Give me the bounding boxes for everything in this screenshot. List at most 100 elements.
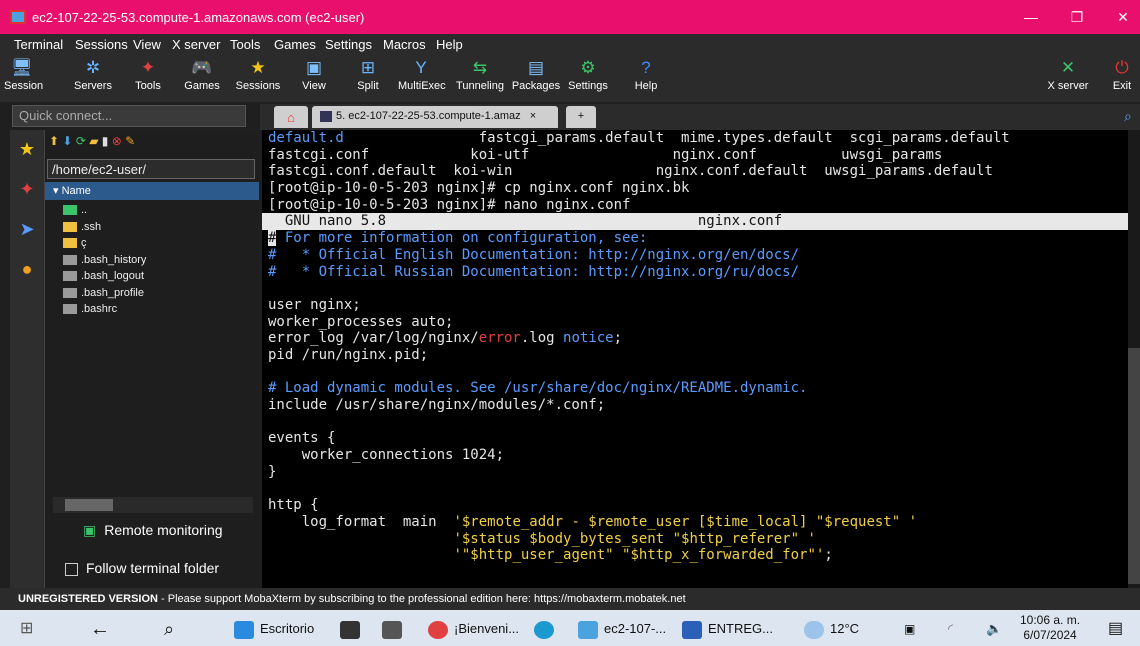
- terminal-text: # Load dynamic modules. See /usr/share/d…: [268, 380, 808, 397]
- search-icon[interactable]: ⌕: [164, 618, 174, 640]
- taskbar-mobaxterm[interactable]: ec2-107-...: [578, 618, 666, 640]
- menu-games[interactable]: Games: [274, 37, 316, 52]
- terminal-scrollbar[interactable]: [1128, 130, 1140, 588]
- file-name: .ssh: [81, 220, 102, 233]
- terminal-text: notice: [563, 330, 614, 347]
- view-button[interactable]: ▣ View: [298, 54, 330, 102]
- sftp-icon[interactable]: ●: [14, 256, 40, 282]
- attach-icon[interactable]: ⌕: [1124, 108, 1132, 125]
- file-row[interactable]: .bash_logout: [63, 270, 144, 282]
- sessions-button[interactable]: ★ Sessions: [232, 54, 284, 102]
- help-button[interactable]: ? Help: [630, 54, 662, 102]
- packages-button[interactable]: ▤ Packages: [510, 54, 562, 102]
- file-name: ç: [81, 237, 87, 249]
- scrollbar-thumb[interactable]: [1128, 348, 1140, 584]
- terminal-text: http {: [268, 497, 319, 514]
- quick-connect-input[interactable]: Quick connect...: [12, 105, 246, 127]
- back-arrow-icon[interactable]: ←: [90, 618, 110, 640]
- xserver-icon: ✕: [1060, 58, 1076, 77]
- tab-session-5[interactable]: 5. ec2-107-22-25-53.compute-1.amaz ×: [312, 106, 558, 128]
- split-icon: ⊞: [360, 58, 376, 77]
- file-row[interactable]: .bash_profile: [63, 287, 144, 299]
- wifi-icon[interactable]: ◜: [948, 618, 953, 640]
- new-tab-button[interactable]: +: [566, 106, 596, 128]
- servers-button[interactable]: ✲ Servers: [70, 54, 116, 102]
- terminal-line: [root@ip-10-0-5-203 nginx]# nano nginx.c…: [262, 197, 1140, 214]
- upload-icon[interactable]: ⬆: [49, 134, 59, 148]
- new-folder-icon[interactable]: ▰: [89, 134, 98, 148]
- session-button[interactable]: 🖥 Session: [4, 54, 43, 102]
- split-button[interactable]: ⊞ Split: [352, 54, 384, 102]
- menu-macros[interactable]: Macros: [383, 37, 426, 52]
- taskbar-store[interactable]: [340, 618, 366, 640]
- view-icon: ▣: [305, 58, 323, 77]
- servers-icon: ✲: [85, 58, 101, 77]
- taskbar-escritorio[interactable]: Escritorio: [234, 618, 314, 640]
- delete-icon[interactable]: ⊗: [112, 134, 122, 148]
- menu-terminal[interactable]: Terminal: [14, 37, 63, 52]
- volume-icon[interactable]: 🔈: [986, 618, 1002, 640]
- horizontal-scrollbar[interactable]: [53, 497, 253, 513]
- games-button[interactable]: 🎮 Games: [182, 54, 222, 102]
- file-name: ..: [81, 204, 88, 216]
- notification-icon[interactable]: ▤: [1108, 618, 1123, 640]
- tab-close-icon[interactable]: ×: [530, 110, 536, 122]
- taskbar-edge[interactable]: [534, 618, 560, 640]
- clock[interactable]: 10:06 a. m. 6/07/2024: [1020, 613, 1080, 643]
- follow-terminal-folder-checkbox[interactable]: Follow terminal folder: [65, 560, 219, 576]
- weather-widget[interactable]: 12°C: [804, 618, 859, 640]
- file-row[interactable]: .ssh: [63, 221, 101, 233]
- menu-settings[interactable]: Settings: [325, 37, 372, 52]
- name-column-header[interactable]: ▾ Name: [45, 182, 259, 200]
- terminal-text: worker_connections 1024;: [268, 447, 505, 464]
- app-tray-icon[interactable]: ▣: [904, 618, 915, 640]
- tools-icon[interactable]: ✦: [14, 176, 40, 202]
- menu-x-server[interactable]: X server: [172, 37, 220, 52]
- taskbar-chrome[interactable]: ¡Bienveni...: [428, 618, 519, 640]
- minimize-button[interactable]: —: [1016, 6, 1046, 28]
- favorites-star-icon[interactable]: ★: [14, 136, 40, 162]
- menu-view[interactable]: View: [133, 37, 161, 52]
- file-row[interactable]: .bash_history: [63, 254, 146, 266]
- new-file-icon[interactable]: ▮: [102, 134, 109, 148]
- menu-help[interactable]: Help: [436, 37, 463, 52]
- toolbar-label: Servers: [74, 80, 112, 92]
- multiexec-button[interactable]: Y MultiExec: [398, 54, 446, 102]
- terminal-output[interactable]: default.d fastcgi_params.default mime.ty…: [262, 130, 1140, 588]
- terminal-text: '$status $body_bytes_sent "$http_referer…: [453, 530, 816, 547]
- tunneling-button[interactable]: ⇆ Tunneling: [454, 54, 506, 102]
- mobaxterm-app-icon: [10, 10, 26, 24]
- close-button[interactable]: ✕: [1108, 6, 1138, 28]
- taskbar-mail[interactable]: [382, 618, 408, 640]
- sftp-path-field[interactable]: /home/ec2-user/: [47, 159, 255, 179]
- file-row[interactable]: ..: [63, 204, 87, 216]
- menu-sessions[interactable]: Sessions: [75, 37, 128, 52]
- exit-button[interactable]: ⏻ Exit: [1106, 54, 1138, 102]
- terminal-text: fastcgi.conf koi-utf nginx.conf uwsgi_pa…: [268, 146, 943, 163]
- menu-bar: Terminal Sessions View X server Tools Games Se…: [0, 34, 1140, 54]
- terminal-line: # * Official Russian Documentation: http…: [262, 264, 1140, 281]
- home-tab[interactable]: ⌂: [274, 106, 308, 128]
- games-icon: 🎮: [191, 58, 213, 77]
- remote-monitoring-button[interactable]: ▣ Remote monitoring: [83, 522, 223, 539]
- tools-button[interactable]: ✦ Tools: [130, 54, 166, 102]
- download-icon[interactable]: ⬇: [62, 134, 72, 148]
- maximize-button[interactable]: ❐: [1062, 6, 1092, 28]
- taskbar-word[interactable]: ENTREG...: [682, 618, 773, 640]
- file-name: .bashrc: [81, 303, 118, 315]
- xserver-button[interactable]: ✕ X server: [1040, 54, 1096, 102]
- mobaxterm-icon: [578, 620, 598, 639]
- start-icon[interactable]: ⊞: [20, 618, 33, 640]
- properties-icon[interactable]: ✎: [125, 134, 135, 148]
- file-row[interactable]: .bashrc: [63, 303, 117, 315]
- multiexec-icon: Y: [415, 58, 427, 77]
- refresh-icon[interactable]: ⟳: [76, 134, 86, 148]
- settings-button[interactable]: ⚙ Settings: [566, 54, 610, 102]
- subscription-link[interactable]: https://mobaxterm.mobatek.net: [534, 593, 686, 605]
- file-row[interactable]: ç: [63, 237, 87, 249]
- menu-tools[interactable]: Tools: [230, 37, 260, 52]
- send-icon[interactable]: ➤: [14, 216, 40, 242]
- parent-folder-icon: [63, 205, 77, 216]
